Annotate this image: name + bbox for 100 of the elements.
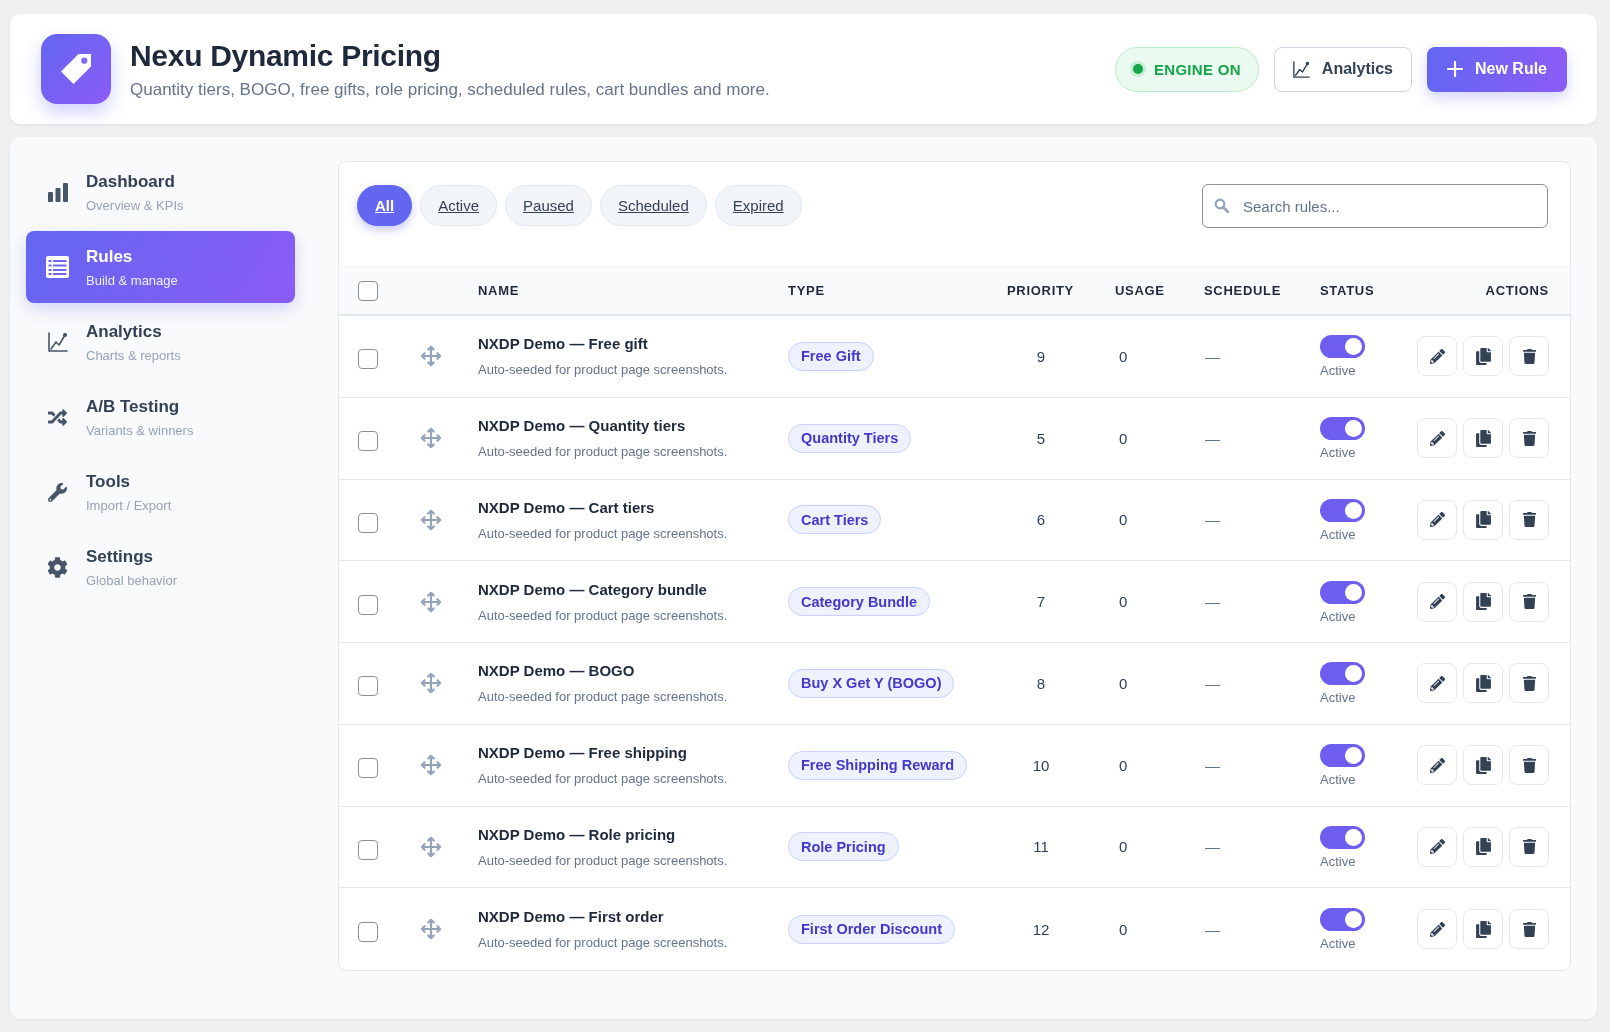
- copy-icon: [1474, 756, 1492, 774]
- schedule-cell: —: [1204, 429, 1220, 447]
- pencil-icon: [1429, 839, 1445, 855]
- delete-button[interactable]: [1509, 336, 1549, 377]
- edit-button[interactable]: [1417, 745, 1457, 786]
- filter-tab[interactable]: Paused: [505, 185, 592, 226]
- sidebar-item[interactable]: Analytics Charts & reports: [26, 306, 295, 378]
- duplicate-button[interactable]: [1463, 663, 1503, 704]
- move-icon[interactable]: [420, 590, 442, 613]
- trash-icon: [1521, 921, 1537, 937]
- delete-button[interactable]: [1509, 663, 1549, 704]
- search-field[interactable]: Search rules...: [1202, 184, 1548, 228]
- pencil-icon: [1429, 348, 1445, 364]
- delete-button[interactable]: [1509, 745, 1549, 786]
- copy-icon: [1474, 511, 1492, 529]
- trash-icon: [1521, 594, 1537, 610]
- rule-type-tag: Buy X Get Y (BOGO): [788, 668, 955, 698]
- pencil-icon: [1429, 675, 1445, 691]
- rule-description: Auto-seeded for product page screenshots.: [478, 444, 729, 460]
- rule-description: Auto-seeded for product page screenshots.: [478, 689, 729, 705]
- trash-icon: [1521, 430, 1537, 446]
- column-header: NAME: [478, 283, 520, 298]
- move-icon[interactable]: [420, 672, 442, 695]
- row-checkbox[interactable]: [358, 349, 378, 370]
- edit-button[interactable]: [1417, 663, 1457, 704]
- delete-button[interactable]: [1509, 418, 1549, 459]
- status-toggle[interactable]: [1320, 744, 1365, 768]
- edit-button[interactable]: [1417, 418, 1457, 459]
- line-chart-icon: [47, 332, 68, 352]
- filter-tab[interactable]: Expired: [714, 185, 802, 226]
- schedule-cell: —: [1204, 756, 1220, 774]
- trash-icon: [1521, 512, 1537, 528]
- column-header: STATUS: [1320, 283, 1375, 298]
- move-icon[interactable]: [420, 754, 442, 777]
- move-icon[interactable]: [420, 835, 442, 858]
- filter-tab[interactable]: Active: [420, 185, 498, 226]
- status-toggle[interactable]: [1320, 417, 1365, 441]
- delete-button[interactable]: [1509, 909, 1549, 950]
- delete-button[interactable]: [1509, 499, 1549, 540]
- duplicate-button[interactable]: [1463, 418, 1503, 459]
- sidebar-item[interactable]: Rules Build & manage: [26, 231, 295, 303]
- edit-button[interactable]: [1417, 826, 1457, 867]
- priority-cell-text: 8: [1035, 674, 1047, 692]
- status-toggle[interactable]: [1320, 498, 1365, 522]
- status-label: Active: [1320, 690, 1356, 706]
- search-icon: [1214, 198, 1229, 213]
- row-checkbox[interactable]: [358, 839, 378, 860]
- copy-icon: [1474, 838, 1492, 856]
- rule-name: NXDP Demo — Free shipping: [478, 744, 688, 762]
- status-toggle[interactable]: [1320, 825, 1365, 849]
- move-icon[interactable]: [420, 345, 442, 368]
- new-rule-button[interactable]: New Rule: [1427, 46, 1567, 92]
- schedule-cell: —: [1204, 593, 1220, 611]
- status-toggle[interactable]: [1320, 580, 1365, 604]
- row-checkbox[interactable]: [358, 922, 378, 943]
- move-icon[interactable]: [420, 427, 442, 450]
- row-checkbox[interactable]: [358, 676, 378, 697]
- edit-button[interactable]: [1417, 336, 1457, 377]
- status-toggle[interactable]: [1320, 662, 1365, 686]
- rule-description: Auto-seeded for product page screenshots.: [478, 771, 729, 787]
- delete-button[interactable]: [1509, 826, 1549, 867]
- select-all-checkbox[interactable]: [358, 280, 378, 301]
- plus-icon: [1447, 61, 1463, 77]
- rule-type-tag: Cart Tiers: [788, 505, 882, 535]
- row-checkbox[interactable]: [358, 512, 378, 533]
- row-checkbox[interactable]: [358, 431, 378, 452]
- column-header: PRIORITY: [1007, 283, 1074, 298]
- usage-cell-text: 0: [1118, 511, 1128, 529]
- duplicate-button[interactable]: [1463, 499, 1503, 540]
- duplicate-button[interactable]: [1463, 336, 1503, 377]
- duplicate-button[interactable]: [1463, 581, 1503, 622]
- row-checkbox[interactable]: [358, 758, 378, 779]
- pencil-icon: [1429, 430, 1445, 446]
- rule-name: NXDP Demo — Free gift: [478, 335, 649, 353]
- filter-tab[interactable]: All: [357, 185, 413, 226]
- duplicate-button[interactable]: [1463, 826, 1503, 867]
- pencil-icon: [1429, 594, 1445, 610]
- usage-cell-text: 0: [1118, 838, 1128, 856]
- column-header: USAGE: [1115, 283, 1165, 298]
- delete-button[interactable]: [1509, 581, 1549, 622]
- row-checkbox[interactable]: [358, 594, 378, 615]
- edit-button[interactable]: [1417, 581, 1457, 622]
- rule-type-tag: Quantity Tiers: [788, 423, 912, 453]
- duplicate-button[interactable]: [1463, 909, 1503, 950]
- duplicate-button[interactable]: [1463, 745, 1503, 786]
- sidebar-item[interactable]: Tools Import / Export: [26, 456, 295, 528]
- move-icon[interactable]: [420, 918, 442, 941]
- sidebar-item[interactable]: Settings Global behavior: [26, 531, 295, 603]
- filter-tab[interactable]: Scheduled: [599, 185, 707, 226]
- status-toggle[interactable]: [1320, 335, 1365, 359]
- edit-button[interactable]: [1417, 499, 1457, 540]
- move-icon[interactable]: [420, 508, 442, 531]
- status-toggle[interactable]: [1320, 908, 1365, 932]
- sidebar-item[interactable]: Dashboard Overview & KPIs: [26, 156, 295, 228]
- analytics-button[interactable]: Analytics: [1273, 46, 1412, 92]
- rule-name: NXDP Demo — First order: [478, 908, 665, 926]
- rule-type-tag: Role Pricing: [788, 832, 899, 862]
- schedule-cell: —: [1204, 838, 1220, 856]
- sidebar-item[interactable]: A/B Testing Variants & winners: [26, 381, 295, 453]
- edit-button[interactable]: [1417, 909, 1457, 950]
